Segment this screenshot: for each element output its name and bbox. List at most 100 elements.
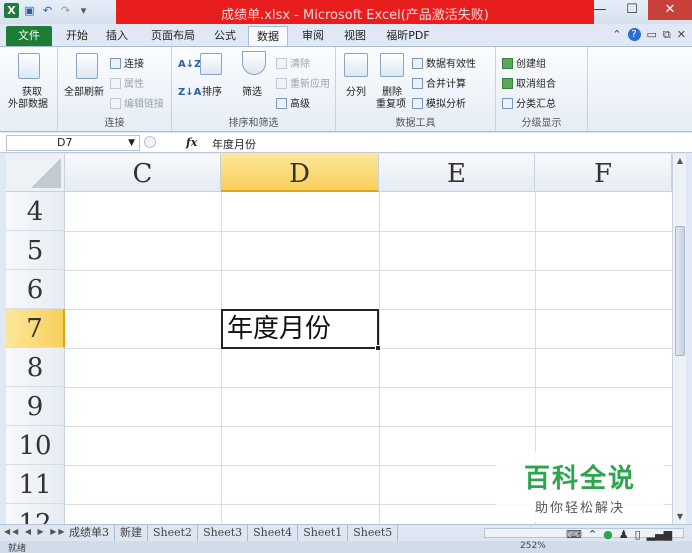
gridline: [65, 426, 672, 427]
undo-icon[interactable]: ↶: [40, 3, 55, 18]
get-external-label-2[interactable]: 外部数据: [8, 95, 48, 110]
text-to-columns-button[interactable]: 分列: [346, 83, 366, 98]
sheet-tabs: 成绩单3 新建 Sheet2 Sheet3 Sheet4 Sheet1 Shee…: [64, 525, 399, 541]
sort-za-button[interactable]: Z↓A: [178, 87, 201, 98]
ime-icon[interactable]: ●: [603, 528, 613, 541]
tab-foxit-pdf[interactable]: 福昕PDF: [380, 26, 436, 46]
sheet-tab[interactable]: Sheet3: [198, 525, 249, 541]
row-header-9[interactable]: 9: [6, 387, 65, 426]
consolidate-button[interactable]: 合并计算: [412, 75, 466, 90]
doc-restore-icon[interactable]: ⧉: [663, 28, 671, 42]
scroll-up-icon[interactable]: ▲: [673, 154, 687, 168]
tab-page-layout[interactable]: 页面布局: [144, 26, 202, 46]
edit-links-button[interactable]: 编辑链接: [110, 95, 164, 110]
refresh-all-button[interactable]: 全部刷新: [64, 83, 104, 98]
minimize-ribbon-icon[interactable]: ⌃: [612, 28, 621, 42]
connections-label: 连接: [124, 59, 144, 70]
name-box[interactable]: D7 ▼: [6, 135, 140, 151]
customize-qat-icon[interactable]: ▾: [76, 3, 91, 18]
active-cell-d7[interactable]: 年度月份: [221, 309, 381, 351]
close-button[interactable]: ✕: [648, 0, 692, 20]
minimize-button[interactable]: —: [584, 0, 616, 20]
select-all-icon: [31, 158, 61, 188]
filter-icon: [242, 51, 266, 75]
insert-function-icon[interactable]: fx: [186, 136, 197, 149]
subtotal-button[interactable]: 分类汇总: [502, 95, 556, 110]
row-header-12[interactable]: 12: [6, 504, 65, 524]
sort-az-button[interactable]: A↓Z: [178, 59, 201, 70]
chevron-up-icon[interactable]: ⌃: [588, 528, 597, 541]
row-header-4[interactable]: 4: [6, 192, 65, 231]
advanced-icon: [276, 98, 287, 109]
tab-insert[interactable]: 插入: [100, 26, 134, 46]
window-controls: — ☐ ✕: [584, 0, 692, 20]
save-icon[interactable]: ▣: [22, 3, 37, 18]
sheet-nav-arrows-icon[interactable]: ◀◀ ◀ ▶ ▶▶: [4, 527, 67, 536]
scroll-down-icon[interactable]: ▼: [673, 510, 687, 524]
sheet-tab[interactable]: Sheet2: [148, 525, 199, 541]
doc-minimize-icon[interactable]: ▭: [647, 28, 657, 42]
scroll-thumb[interactable]: [675, 226, 685, 356]
properties-icon: [110, 78, 121, 89]
advanced-button[interactable]: 高级: [276, 95, 310, 110]
sheet-tab[interactable]: 新建: [115, 525, 148, 541]
row-header-6[interactable]: 6: [6, 270, 65, 309]
row-header-11[interactable]: 11: [6, 465, 65, 504]
window-title: 成绩单.xlsx - Microsoft Excel(产品激活失败): [221, 8, 489, 23]
sheet-tab[interactable]: 成绩单3: [64, 525, 115, 541]
column-header-c[interactable]: C: [65, 154, 221, 192]
filter-button[interactable]: 筛选: [242, 83, 262, 98]
column-header-e[interactable]: E: [379, 154, 535, 192]
cell-value: 年度月份: [227, 314, 332, 344]
tab-view[interactable]: 视图: [338, 26, 372, 46]
column-header-d[interactable]: D: [221, 154, 379, 192]
tab-home[interactable]: 开始: [60, 26, 94, 46]
redo-icon[interactable]: ↷: [58, 3, 73, 18]
remove-duplicates-label-2[interactable]: 重复项: [376, 95, 406, 110]
ungroup-button[interactable]: 取消组合: [502, 75, 556, 90]
sheet-tab[interactable]: Sheet1: [298, 525, 349, 541]
group-button[interactable]: 创建组: [502, 55, 546, 70]
clear-button[interactable]: 清除: [276, 55, 310, 70]
chevron-down-icon[interactable]: ▼: [128, 136, 135, 150]
row-header-8[interactable]: 8: [6, 348, 65, 387]
group-data-tools: 分列 删除 重复项 数据有效性 合并计算 模拟分析 数据工具: [336, 47, 496, 131]
gridline: [65, 231, 672, 232]
row-header-10[interactable]: 10: [6, 426, 65, 465]
row-header-7[interactable]: 7: [6, 309, 65, 348]
help-icon[interactable]: ?: [627, 28, 641, 41]
tab-review[interactable]: 审阅: [296, 26, 330, 46]
formula-bar: D7 ▼ fx 年度月份: [0, 133, 692, 153]
status-bar: 就绪 252%: [0, 541, 692, 553]
sort-icon: [200, 53, 222, 75]
keyboard-icon[interactable]: ⌨: [566, 528, 582, 541]
ungroup-label: 取消组合: [516, 79, 556, 90]
sort-button[interactable]: 排序: [202, 83, 222, 98]
sheet-tab[interactable]: Sheet5: [348, 525, 399, 541]
tab-formulas[interactable]: 公式: [208, 26, 242, 46]
doc-close-icon[interactable]: ✕: [677, 28, 686, 42]
what-if-button[interactable]: 模拟分析: [412, 95, 466, 110]
column-header-f[interactable]: F: [535, 154, 672, 192]
tab-data[interactable]: 数据: [248, 26, 288, 46]
title-bar: X ▣ ↶ ↷ ▾ 成绩单.xlsx - Microsoft Excel(产品激…: [0, 0, 692, 24]
reapply-button[interactable]: 重新应用: [276, 75, 330, 90]
properties-button[interactable]: 属性: [110, 75, 144, 90]
select-all-corner[interactable]: [6, 154, 65, 192]
connections-icon: [110, 58, 121, 69]
consolidate-icon: [412, 78, 423, 89]
formula-input[interactable]: 年度月份: [212, 136, 256, 152]
sheet-tab[interactable]: Sheet4: [248, 525, 299, 541]
connections-button[interactable]: 连接: [110, 55, 144, 70]
penguin-icon[interactable]: ♟: [619, 528, 629, 541]
ribbon-tabs-right: ⌃ ? ▭ ⧉ ✕: [612, 28, 686, 42]
row-header-5[interactable]: 5: [6, 231, 65, 270]
data-validation-button[interactable]: 数据有效性: [412, 55, 476, 70]
tab-file[interactable]: 文件: [6, 26, 52, 46]
text-to-columns-icon: [344, 53, 368, 77]
maximize-button[interactable]: ☐: [616, 0, 648, 20]
vertical-scrollbar[interactable]: ▲ ▼: [672, 154, 686, 524]
advanced-label: 高级: [290, 99, 310, 110]
zoom-level[interactable]: 252%: [520, 541, 546, 551]
fill-handle[interactable]: [375, 345, 381, 351]
